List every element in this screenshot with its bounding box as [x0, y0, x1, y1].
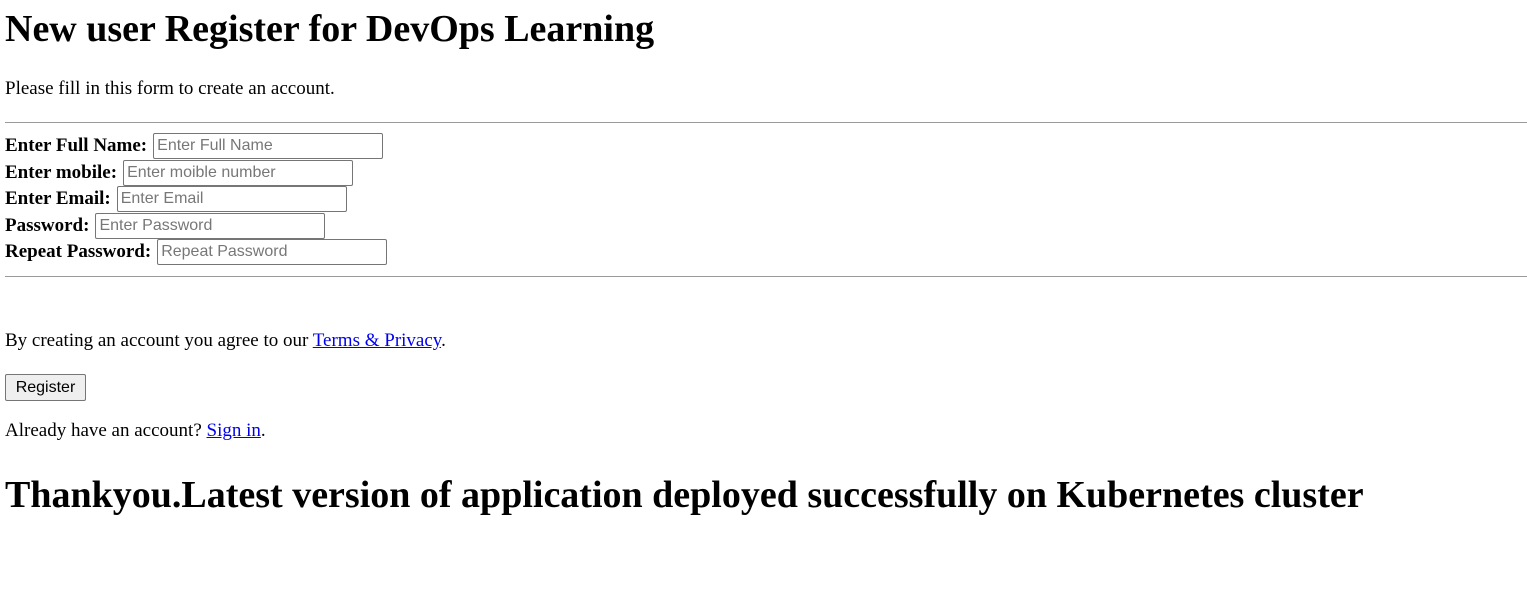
password-input[interactable]	[95, 212, 326, 239]
sign-in-link[interactable]: Sign in	[207, 420, 261, 441]
divider-bottom	[5, 276, 1527, 277]
terms-prefix-text: By creating an account you agree to our	[5, 330, 313, 351]
full-name-row: Enter Full Name:	[5, 133, 387, 160]
password-label: Password:	[5, 214, 90, 236]
page-title: New user Register for DevOps Learning	[5, 8, 655, 50]
terms-privacy-link[interactable]: Terms & Privacy	[313, 330, 441, 351]
mobile-row: Enter mobile:	[5, 159, 387, 187]
mobile-input[interactable]	[123, 159, 354, 186]
full-name-label: Enter Full Name:	[5, 135, 148, 157]
email-input[interactable]	[116, 186, 347, 213]
terms-suffix-text: .	[441, 330, 446, 351]
signin-prefix-text: Already have an account?	[5, 420, 207, 441]
repeat-password-row: Repeat Password:	[5, 239, 388, 266]
signin-suffix-text: .	[260, 420, 266, 441]
terms-notice: By creating an account you agree to our …	[5, 330, 446, 352]
mobile-label: Enter mobile:	[5, 161, 118, 183]
password-row: Password:	[5, 212, 387, 240]
email-row: Enter Email:	[5, 186, 387, 213]
register-button[interactable]: Register	[5, 374, 86, 401]
divider-top	[5, 122, 1527, 123]
full-name-input[interactable]	[153, 133, 384, 160]
signin-notice: Already have an account? Sign in.	[5, 420, 266, 442]
registration-form: Enter Full Name: Enter mobile: Enter Ema…	[5, 133, 388, 266]
email-label: Enter Email:	[5, 188, 111, 210]
repeat-password-label: Repeat Password:	[5, 241, 152, 263]
repeat-password-input[interactable]	[157, 239, 388, 266]
deployment-success-message: Thankyou.Latest version of application d…	[5, 474, 1364, 516]
form-instructions: Please fill in this form to create an ac…	[5, 78, 335, 99]
